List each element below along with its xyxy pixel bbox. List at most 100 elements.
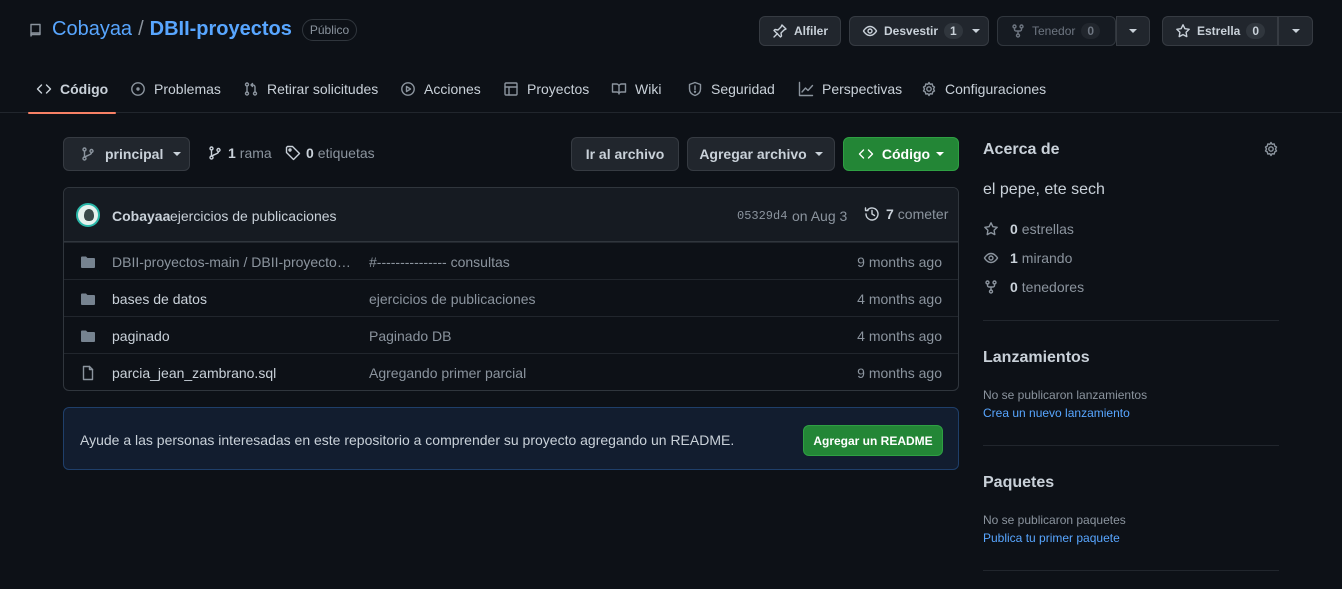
branch-select-button[interactable]: principal bbox=[63, 137, 190, 171]
fork-dropdown-button[interactable] bbox=[1116, 16, 1150, 46]
file-age: 9 months ago bbox=[857, 365, 942, 381]
divider bbox=[983, 570, 1279, 571]
watching-count: 1 bbox=[1010, 250, 1018, 266]
watching-word: mirando bbox=[1021, 250, 1073, 266]
eye-icon bbox=[862, 23, 878, 39]
chevron-down-icon bbox=[173, 152, 182, 156]
tab-insights[interactable]: Perspectivas bbox=[798, 64, 902, 113]
forks-link[interactable]: 0 tenedores bbox=[983, 279, 1084, 295]
folder-icon bbox=[80, 254, 96, 270]
history-icon bbox=[864, 206, 880, 222]
forks-count: 0 bbox=[1010, 279, 1018, 295]
star-button[interactable]: Estrella 0 bbox=[1162, 16, 1278, 46]
file-name[interactable]: DBII-proyectos-main / DBII-proyectos-mai… bbox=[112, 254, 352, 270]
tab-code[interactable]: Código bbox=[28, 64, 117, 114]
tab-issues[interactable]: Problemas bbox=[130, 64, 221, 113]
commit-history-link[interactable]: 7 cometer bbox=[864, 206, 948, 222]
tab-label: Acciones bbox=[424, 80, 481, 97]
watch-button[interactable]: Desvestir 1 bbox=[849, 16, 989, 46]
readme-banner: Ayude a las personas interesadas en este… bbox=[63, 407, 959, 470]
fork-counter: 0 bbox=[1081, 23, 1101, 39]
avatar[interactable] bbox=[76, 203, 100, 227]
file-browser: Cobayaa ejercicios de publicaciones 0532… bbox=[63, 187, 959, 391]
file-age: 4 months ago bbox=[857, 291, 942, 307]
tab-wiki[interactable]: Wiki bbox=[611, 64, 661, 113]
eye-icon bbox=[983, 250, 999, 266]
file-commit-message[interactable]: #--------------- consultas bbox=[369, 254, 510, 270]
gear-icon[interactable] bbox=[1263, 141, 1279, 157]
commit-count-word: cometer bbox=[897, 206, 949, 222]
repo-name-link[interactable]: DBII-proyectos bbox=[150, 18, 292, 41]
tab-label: Código bbox=[60, 80, 109, 97]
tab-pull-requests[interactable]: Retirar solicitudes bbox=[243, 64, 378, 113]
code-button[interactable]: Código bbox=[843, 137, 959, 171]
file-name[interactable]: bases de datos bbox=[112, 291, 352, 307]
code-icon bbox=[858, 146, 874, 162]
packages-title[interactable]: Paquetes bbox=[983, 474, 1054, 492]
releases-title[interactable]: Lanzamientos bbox=[983, 349, 1090, 367]
branch-icon bbox=[80, 146, 96, 162]
file-commit-message[interactable]: ejercicios de publicaciones bbox=[369, 291, 536, 307]
repo-tabs: Código Problemas Retirar solicitudes Acc… bbox=[0, 64, 1342, 114]
add-readme-button[interactable]: Agregar un README bbox=[803, 425, 943, 456]
add-file-button[interactable]: Agregar archivo bbox=[687, 137, 835, 171]
publish-package-link[interactable]: Publica tu primer paquete bbox=[983, 531, 1120, 545]
file-name[interactable]: parcia_jean_zambrano.sql bbox=[112, 365, 352, 381]
star-label: Estrella bbox=[1197, 24, 1241, 38]
repo-title: Cobayaa / DBII-proyectos Público bbox=[52, 18, 358, 41]
shield-icon bbox=[687, 81, 711, 97]
pin-button[interactable]: Alfiler bbox=[759, 16, 841, 46]
table-row[interactable]: paginado Paginado DB 4 months ago bbox=[64, 316, 958, 353]
code-icon bbox=[36, 81, 60, 97]
tab-actions[interactable]: Acciones bbox=[400, 64, 481, 113]
chevron-down-icon bbox=[814, 152, 823, 156]
file-name[interactable]: paginado bbox=[112, 328, 352, 344]
issue-icon bbox=[130, 81, 154, 97]
commit-message[interactable]: ejercicios de publicaciones bbox=[170, 208, 337, 224]
repo-owner-link[interactable]: Cobayaa bbox=[52, 18, 132, 41]
fork-button[interactable]: Tenedor 0 bbox=[997, 16, 1116, 46]
tab-settings[interactable]: Configuraciones bbox=[921, 64, 1046, 113]
file-icon bbox=[80, 365, 96, 381]
play-icon bbox=[400, 81, 424, 97]
folder-icon bbox=[80, 291, 96, 307]
star-dropdown-button[interactable] bbox=[1278, 16, 1313, 46]
chevron-down-icon bbox=[1129, 29, 1137, 33]
repo-separator: / bbox=[138, 18, 144, 40]
table-row[interactable]: DBII-proyectos-main / DBII-proyectos-mai… bbox=[64, 242, 958, 279]
fork-icon bbox=[1010, 23, 1026, 39]
commit-sha[interactable]: 05329d4 bbox=[737, 209, 787, 223]
tab-label: Problemas bbox=[154, 80, 221, 97]
watchers-link[interactable]: 1 mirando bbox=[983, 250, 1072, 266]
star-icon bbox=[1175, 23, 1191, 39]
file-commit-message[interactable]: Paginado DB bbox=[369, 328, 452, 344]
tab-security[interactable]: Seguridad bbox=[687, 64, 775, 113]
repo-header: Cobayaa / DBII-proyectos Público Alfiler… bbox=[0, 0, 1342, 64]
commit-author[interactable]: Cobayaa bbox=[112, 208, 170, 224]
branch-word: rama bbox=[239, 145, 272, 161]
branch-count: 1 bbox=[228, 145, 236, 161]
tab-label: Wiki bbox=[635, 80, 662, 97]
table-row[interactable]: parcia_jean_zambrano.sql Agregando prime… bbox=[64, 353, 958, 390]
code-button-label: Código bbox=[881, 146, 931, 162]
create-release-link[interactable]: Crea un nuevo lanzamiento bbox=[983, 406, 1130, 420]
tab-projects[interactable]: Proyectos bbox=[503, 64, 589, 113]
graph-icon bbox=[798, 81, 822, 97]
latest-commit-row: Cobayaa ejercicios de publicaciones 0532… bbox=[64, 188, 958, 242]
table-row[interactable]: bases de datos ejercicios de publicacion… bbox=[64, 279, 958, 316]
pin-label: Alfiler bbox=[794, 24, 829, 38]
branch-icon bbox=[207, 145, 223, 161]
stars-word: estrellas bbox=[1021, 221, 1074, 237]
add-file-label: Agregar archivo bbox=[699, 146, 807, 162]
commit-date: on Aug 3 bbox=[792, 208, 848, 224]
star-icon bbox=[983, 221, 999, 237]
go-to-file-button[interactable]: Ir al archivo bbox=[571, 137, 679, 171]
watch-counter: 1 bbox=[944, 23, 963, 39]
branches-link[interactable]: 1 rama bbox=[207, 145, 272, 161]
repo-description: el pepe, ete sech bbox=[983, 181, 1105, 198]
file-commit-message[interactable]: Agregando primer parcial bbox=[369, 365, 526, 381]
stars-link[interactable]: 0 estrellas bbox=[983, 221, 1074, 237]
watch-label: Desvestir bbox=[884, 24, 939, 38]
tags-link[interactable]: 0 etiquetas bbox=[285, 145, 375, 161]
visibility-badge: Público bbox=[301, 18, 358, 41]
